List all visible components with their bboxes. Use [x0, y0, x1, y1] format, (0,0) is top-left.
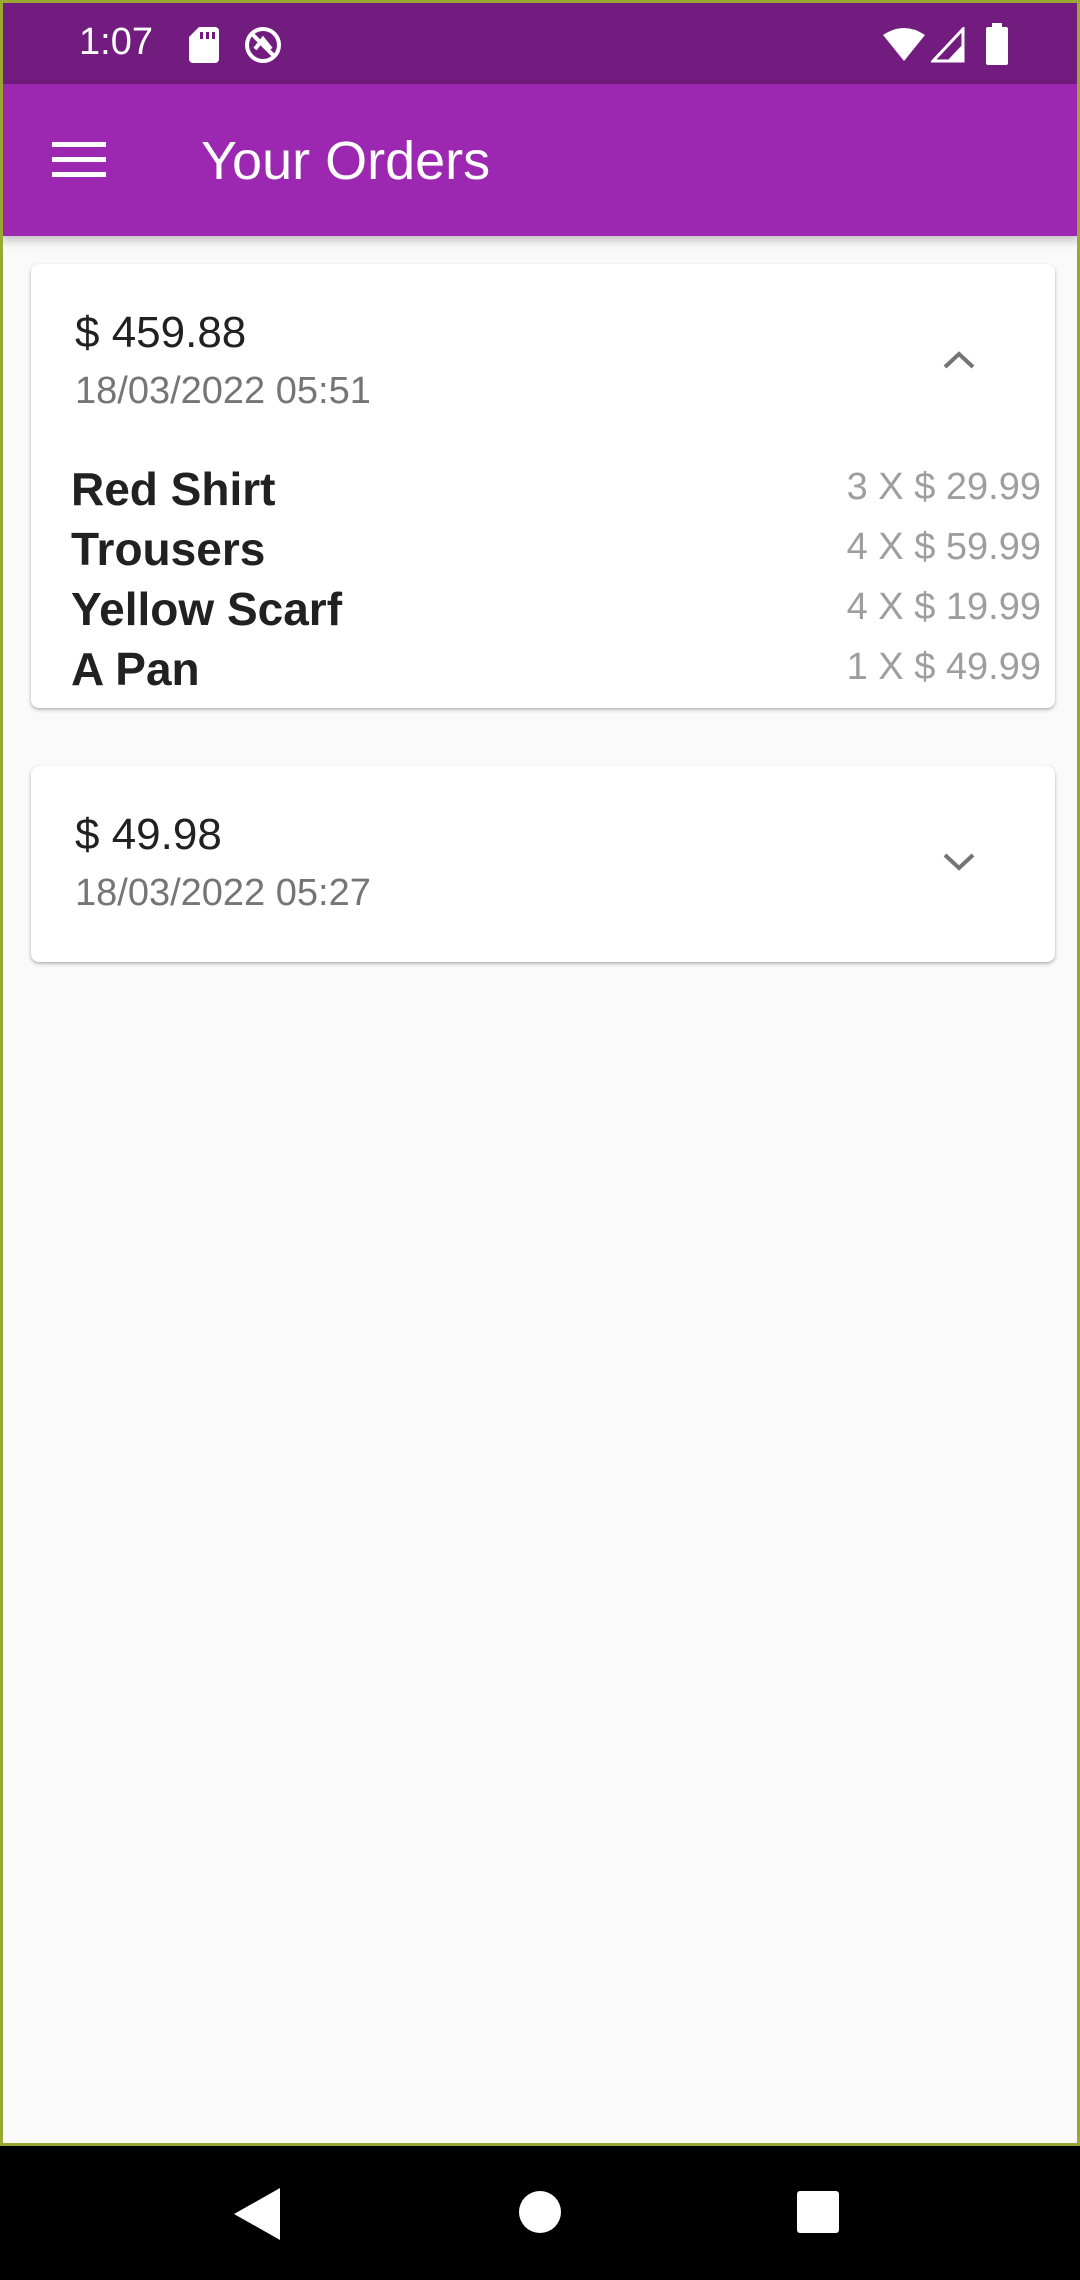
- menu-button[interactable]: [43, 128, 115, 192]
- order-item: A Pan 1 X $ 49.99: [71, 642, 1041, 702]
- home-icon[interactable]: [518, 2190, 562, 2234]
- item-quantity-price: 4 X $ 59.99: [846, 526, 1041, 568]
- sync-icon: [245, 27, 281, 63]
- signal-icon: [931, 27, 965, 63]
- collapse-button[interactable]: [927, 328, 991, 392]
- hamburger-menu-icon: [52, 142, 106, 177]
- battery-icon: [986, 23, 1008, 65]
- recents-icon[interactable]: [796, 2190, 840, 2234]
- order-item: Red Shirt 3 X $ 29.99: [71, 462, 1041, 522]
- app-bar: Your Orders: [0, 84, 1080, 236]
- order-card[interactable]: $ 459.88 18/03/2022 05:51 Red Shirt 3 X …: [31, 264, 1055, 708]
- wifi-icon: [883, 28, 925, 61]
- orders-list: $ 459.88 18/03/2022 05:51 Red Shirt 3 X …: [0, 236, 1080, 2146]
- expand-button[interactable]: [927, 830, 991, 894]
- navigation-bar: [0, 2146, 1080, 2280]
- order-item: Trousers 4 X $ 59.99: [71, 522, 1041, 582]
- back-icon[interactable]: [232, 2186, 282, 2242]
- item-quantity-price: 4 X $ 19.99: [846, 586, 1041, 628]
- sd-card-icon: [189, 27, 219, 63]
- status-bar: 1:07: [0, 0, 1080, 84]
- chevron-down-icon: [943, 853, 975, 871]
- item-name: A Pan: [71, 643, 200, 695]
- item-quantity-price: 3 X $ 29.99: [846, 466, 1041, 508]
- chevron-up-icon: [943, 351, 975, 369]
- item-name: Yellow Scarf: [71, 583, 343, 635]
- status-time: 1:07: [79, 21, 153, 63]
- order-amount: $ 49.98: [75, 810, 222, 859]
- order-date: 18/03/2022 05:51: [75, 370, 371, 412]
- order-date: 18/03/2022 05:27: [75, 872, 371, 914]
- page-title: Your Orders: [201, 131, 491, 191]
- order-item: Yellow Scarf 4 X $ 19.99: [71, 582, 1041, 642]
- order-card[interactable]: $ 49.98 18/03/2022 05:27: [31, 766, 1055, 962]
- order-amount: $ 459.88: [75, 308, 247, 357]
- item-name: Red Shirt: [71, 463, 276, 515]
- item-name: Trousers: [71, 523, 266, 575]
- item-quantity-price: 1 X $ 49.99: [846, 646, 1041, 688]
